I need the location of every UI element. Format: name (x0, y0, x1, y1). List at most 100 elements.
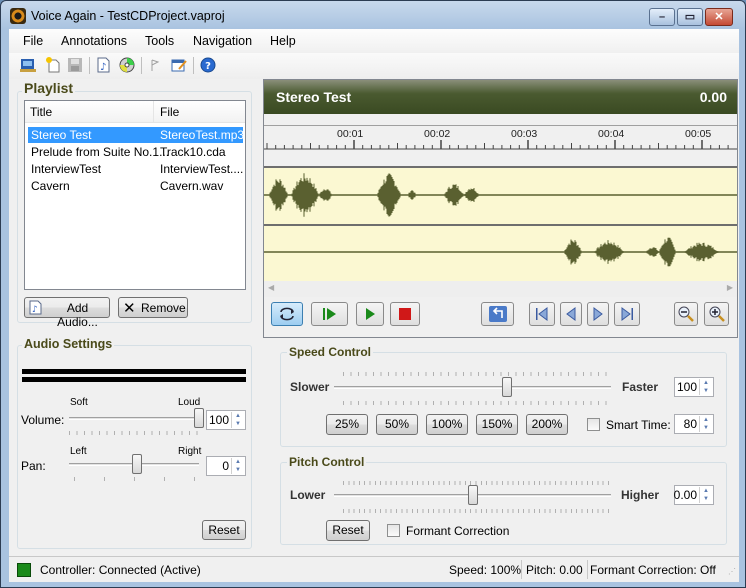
list-item[interactable]: Cavern Cavern.wav (28, 178, 243, 194)
track-title: Stereo Test (276, 89, 352, 105)
smart-time-checkbox[interactable] (587, 418, 600, 431)
pitch-ticks-bottom (343, 509, 611, 513)
speed-preset-50[interactable]: 50% (376, 414, 418, 435)
menu-annotations[interactable]: Annotations (61, 34, 127, 48)
item-title: Stereo Test (31, 128, 92, 142)
speed-control-title: Speed Control (287, 345, 374, 359)
next-button[interactable] (587, 302, 609, 326)
stop-button[interactable] (390, 302, 420, 326)
toolbar-separator (141, 57, 142, 74)
volume-ticks (69, 431, 199, 435)
close-button[interactable]: ✕ (705, 8, 733, 26)
player-pane: Stereo Test 0.00 00:01 00:02 00:03 00:04… (263, 79, 738, 338)
column-separator[interactable] (153, 101, 154, 123)
waveform-burst (659, 237, 676, 267)
maximize-button[interactable]: ▭ (677, 8, 703, 26)
add-audio-icon[interactable]: ♪ (95, 57, 111, 73)
pitch-spinner[interactable]: 0.00 ▲ ▼ (674, 485, 714, 505)
add-audio-icon: ♪ (29, 300, 42, 315)
spin-down-icon[interactable]: ▼ (700, 424, 712, 432)
waveform-burst (319, 189, 332, 201)
first-button[interactable] (529, 302, 555, 326)
item-file: StereoTest.mp3 (160, 128, 245, 142)
speed-slider[interactable] (334, 386, 611, 389)
remove-button[interactable]: ✕ Remove (118, 297, 188, 318)
spin-up-icon[interactable]: ▲ (232, 458, 244, 466)
play-button[interactable] (356, 302, 384, 326)
waveform-left-channel[interactable] (264, 166, 737, 224)
spin-up-icon[interactable]: ▲ (700, 379, 712, 387)
loop-icon (280, 307, 294, 321)
annotation-flag-icon[interactable] (147, 57, 163, 73)
waveform-burst (564, 239, 582, 265)
smart-time-label: Smart Time: (606, 418, 671, 432)
column-title[interactable]: Title (30, 105, 52, 119)
list-item[interactable]: InterviewTest InterviewTest.... (28, 161, 243, 177)
play-from-start-button[interactable] (311, 302, 348, 326)
waveform-right-channel[interactable] (264, 224, 737, 281)
return-button[interactable] (481, 302, 514, 326)
loop-button[interactable] (271, 302, 303, 326)
speed-slider-thumb[interactable] (502, 377, 513, 397)
menu-file[interactable]: File (23, 34, 43, 48)
status-bar: Controller: Connected (Active) Speed: 10… (9, 556, 739, 582)
zoom-in-button[interactable] (704, 302, 729, 326)
formant-correction-checkbox[interactable] (387, 524, 400, 537)
formant-status: Formant Correction: Off (590, 563, 716, 577)
list-item[interactable]: Prelude from Suite No.1... Track10.cda (28, 144, 243, 160)
column-file[interactable]: File (160, 105, 179, 119)
menu-tools[interactable]: Tools (145, 34, 174, 48)
scroll-right-icon[interactable]: ▶ (727, 283, 733, 292)
last-button[interactable] (614, 302, 640, 326)
volume-slider[interactable] (69, 417, 199, 420)
edit-annotation-icon[interactable] (171, 57, 187, 73)
scroll-left-icon[interactable]: ◀ (268, 283, 274, 292)
previous-button[interactable] (560, 302, 582, 326)
pitch-reset-button[interactable]: Reset (326, 520, 370, 541)
item-file: Track10.cda (160, 145, 226, 159)
volume-slider-thumb[interactable] (194, 408, 204, 428)
ruler-label: 00:01 (337, 128, 364, 140)
spin-down-icon[interactable]: ▼ (700, 387, 712, 395)
menu-navigation[interactable]: Navigation (193, 34, 252, 48)
spin-up-icon[interactable]: ▲ (700, 416, 712, 424)
speed-preset-200[interactable]: 200% (526, 414, 568, 435)
speed-preset-25[interactable]: 25% (326, 414, 368, 435)
help-icon[interactable]: ? (200, 57, 216, 73)
spin-down-icon[interactable]: ▼ (232, 466, 244, 474)
spin-up-icon[interactable]: ▲ (232, 412, 244, 420)
menu-help[interactable]: Help (270, 34, 296, 48)
speed-max-label: Faster (622, 380, 659, 394)
add-audio-button[interactable]: ♪ Add Audio... (24, 297, 110, 329)
waveform-right (264, 237, 737, 267)
volume-spinner[interactable]: 100 ▲ ▼ (206, 410, 246, 430)
waveform-scrollbar[interactable]: ◀ ▶ (264, 281, 737, 297)
timeline-ruler[interactable]: 00:01 00:02 00:03 00:04 00:05 (264, 125, 737, 150)
audio-reset-button[interactable]: Reset (202, 520, 246, 540)
pan-spinner[interactable]: 0 ▲ ▼ (206, 456, 246, 476)
new-file-icon[interactable] (45, 57, 61, 73)
spin-down-icon[interactable]: ▼ (700, 495, 712, 503)
list-item[interactable]: Stereo Test StereoTest.mp3 (28, 127, 245, 143)
speed-status: Speed: 100% (449, 563, 522, 577)
spin-down-icon[interactable]: ▼ (232, 420, 244, 428)
cd-icon[interactable] (119, 57, 135, 73)
menu-bar: File Annotations Tools Navigation Help (9, 29, 739, 53)
speed-preset-150[interactable]: 150% (476, 414, 518, 435)
app-logo-icon (10, 8, 26, 24)
zoom-out-button[interactable] (674, 302, 698, 326)
new-project-icon[interactable] (20, 57, 36, 73)
playlist-list[interactable]: Title File Stereo Test StereoTest.mp3 Pre… (24, 100, 246, 290)
spin-up-icon[interactable]: ▲ (700, 487, 712, 495)
speed-preset-100[interactable]: 100% (426, 414, 468, 435)
volume-min-label: Soft (70, 397, 88, 408)
pan-slider-thumb[interactable] (131, 454, 142, 474)
resize-grip-icon[interactable]: ⋰ (728, 567, 736, 576)
waveform-burst (684, 242, 719, 262)
save-icon[interactable] (67, 57, 83, 73)
smart-time-spinner[interactable]: 80 ▲ ▼ (674, 414, 714, 434)
minimize-button[interactable]: – (649, 8, 675, 26)
zoom-out-icon (678, 306, 694, 322)
speed-spinner[interactable]: 100 ▲ ▼ (674, 377, 714, 397)
pitch-slider-thumb[interactable] (467, 485, 478, 505)
